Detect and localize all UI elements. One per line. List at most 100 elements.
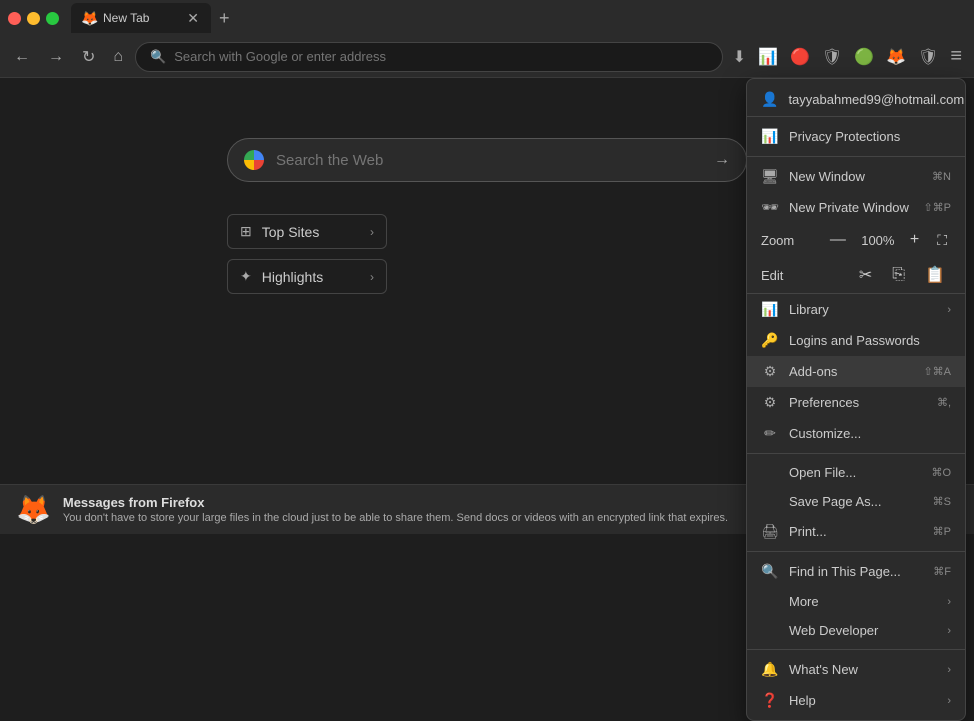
google-logo-icon	[244, 150, 264, 170]
open-file-label: Open File...	[789, 465, 921, 480]
library-menu-icon: 📊	[761, 301, 779, 318]
nav-bar: ← → ↻ ⌂ 🔍 ⬇ 📊 🔴 🛡 🟢 🦊 🛡 ≡	[0, 36, 974, 78]
menu-library[interactable]: 📊 Library ›	[747, 294, 965, 325]
zoom-decrease-button[interactable]: —	[824, 229, 852, 251]
home-button[interactable]: ⌂	[107, 44, 129, 70]
library-icon[interactable]: 📊	[754, 43, 782, 71]
zoom-increase-button[interactable]: +	[904, 229, 925, 251]
menu-more[interactable]: More ›	[747, 587, 965, 616]
new-window-icon: 🖥	[761, 168, 779, 185]
maximize-window-button[interactable]	[46, 12, 59, 25]
forward-button[interactable]: →	[42, 44, 70, 70]
menu-edit-row: Edit ✂ ⎘ 📋	[747, 257, 965, 294]
menu-divider-1	[747, 156, 965, 157]
print-icon: 🖨	[761, 523, 779, 540]
search-input[interactable]	[174, 49, 707, 64]
google-search-input[interactable]	[276, 152, 702, 169]
menu-print[interactable]: 🖨 Print... ⌘P	[747, 516, 965, 547]
active-tab[interactable]: 🦊 New Tab ✕	[71, 3, 211, 33]
library-arrow-icon: ›	[947, 304, 951, 316]
reload-button[interactable]: ↻	[76, 43, 101, 71]
menu-privacy-protections[interactable]: 📊 Privacy Protections	[747, 121, 965, 152]
zoom-fullscreen-button[interactable]: ⛶	[933, 230, 951, 251]
menu-find[interactable]: 🔍 Find in This Page... ⌘F	[747, 556, 965, 587]
highlights-icon: ✦	[240, 268, 252, 285]
zoom-label: Zoom	[761, 233, 816, 248]
highlights-section[interactable]: ✦ Highlights ›	[227, 259, 387, 294]
menu-divider-3	[747, 551, 965, 552]
menu-new-window[interactable]: 🖥 New Window ⌘N	[747, 161, 965, 192]
minimize-window-button[interactable]	[27, 12, 40, 25]
preferences-shortcut: ⌘,	[937, 396, 951, 409]
paste-button[interactable]: 📋	[919, 263, 951, 287]
new-window-shortcut: ⌘N	[932, 170, 951, 183]
web-developer-label: Web Developer	[789, 623, 937, 638]
customize-label: Customize...	[789, 426, 951, 441]
addons-icon: ⚙	[761, 363, 779, 380]
menu-user-email: tayyabahmed99@hotmail.com	[788, 92, 964, 107]
shield-icon[interactable]: 🛡	[818, 43, 846, 71]
help-label: Help	[789, 693, 937, 708]
save-page-label: Save Page As...	[789, 494, 923, 509]
whats-new-label: What's New	[789, 662, 937, 677]
toolbar-icons: ⬇ 📊 🔴 🛡 🟢 🦊 🛡 ≡	[729, 41, 966, 72]
whats-new-arrow-icon: ›	[947, 664, 951, 676]
notification-title: Messages from Firefox	[63, 495, 852, 510]
find-shortcut: ⌘F	[933, 565, 951, 578]
whats-new-icon: 🔔	[761, 661, 779, 678]
menu-zoom-row: Zoom — 100% + ⛶	[747, 223, 965, 257]
save-page-shortcut: ⌘S	[933, 495, 951, 508]
new-tab-button[interactable]: +	[215, 8, 234, 29]
menu-help[interactable]: ❓ Help ›	[747, 685, 965, 716]
download-icon[interactable]: ⬇	[729, 43, 750, 71]
menu-web-developer[interactable]: Web Developer ›	[747, 616, 965, 645]
close-window-button[interactable]	[8, 12, 21, 25]
preferences-label: Preferences	[789, 395, 927, 410]
edit-label: Edit	[761, 268, 845, 283]
open-file-shortcut: ⌘O	[931, 466, 951, 479]
new-window-label: New Window	[789, 169, 922, 184]
print-label: Print...	[789, 524, 923, 539]
zoom-value: 100%	[860, 233, 896, 248]
page-sections: ⊞ Top Sites › ✦ Highlights ›	[227, 214, 747, 304]
security-icon[interactable]: 🛡	[914, 43, 942, 71]
highlights-label: Highlights	[262, 269, 323, 285]
menu-addons[interactable]: ⚙ Add-ons ⇧⌘A	[747, 356, 965, 387]
cut-button[interactable]: ✂	[853, 263, 878, 287]
sync-icon[interactable]: 🟢	[850, 43, 878, 71]
copy-button[interactable]: ⎘	[886, 264, 911, 286]
google-search-arrow-icon[interactable]: →	[714, 151, 730, 169]
top-sites-section[interactable]: ⊞ Top Sites ›	[227, 214, 387, 249]
private-window-icon: 🕶	[761, 199, 779, 216]
window-controls	[8, 12, 59, 25]
pocket-icon[interactable]: 🔴	[786, 43, 814, 71]
menu-divider-2	[747, 453, 965, 454]
back-button[interactable]: ←	[8, 44, 36, 70]
tab-title: New Tab	[103, 11, 179, 25]
firefox-icon[interactable]: 🦊	[882, 43, 910, 71]
address-bar[interactable]: 🔍	[135, 42, 723, 72]
menu-preferences[interactable]: ⚙ Preferences ⌘,	[747, 387, 965, 418]
google-search-box[interactable]: →	[227, 138, 747, 182]
menu-customize[interactable]: ✏ Customize...	[747, 418, 965, 449]
addons-shortcut: ⇧⌘A	[923, 365, 951, 378]
menu-user-item[interactable]: 👤 tayyabahmed99@hotmail.com ›	[747, 83, 965, 117]
menu-new-private-window[interactable]: 🕶 New Private Window ⇧⌘P	[747, 192, 965, 223]
help-arrow-icon: ›	[947, 695, 951, 707]
new-private-window-shortcut: ⇧⌘P	[923, 201, 951, 214]
menu-divider-4	[747, 649, 965, 650]
logins-icon: 🔑	[761, 332, 779, 349]
menu-button[interactable]: ≡	[946, 41, 966, 72]
privacy-protections-icon: 📊	[761, 128, 779, 145]
web-developer-arrow-icon: ›	[947, 625, 951, 637]
highlights-arrow-icon: ›	[370, 270, 374, 284]
tab-close-button[interactable]: ✕	[185, 11, 201, 25]
menu-logins[interactable]: 🔑 Logins and Passwords	[747, 325, 965, 356]
tab-favicon-icon: 🦊	[81, 10, 97, 26]
help-icon: ❓	[761, 692, 779, 709]
menu-whats-new[interactable]: 🔔 What's New ›	[747, 654, 965, 685]
tab-bar: 🦊 New Tab ✕ +	[0, 0, 974, 36]
menu-save-page[interactable]: Save Page As... ⌘S	[747, 487, 965, 516]
menu-open-file[interactable]: Open File... ⌘O	[747, 458, 965, 487]
customize-icon: ✏	[761, 425, 779, 442]
